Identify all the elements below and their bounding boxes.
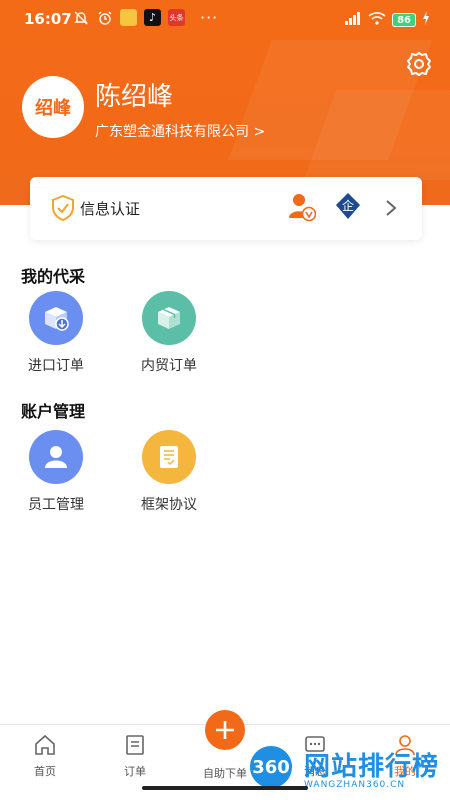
enterprise-verified-icon: 企: [335, 192, 361, 220]
user-name: 陈绍峰: [95, 82, 174, 112]
battery-indicator: 86: [392, 12, 416, 27]
home-indicator: [142, 786, 308, 790]
shield-check-icon: [51, 194, 75, 222]
import-order-button[interactable]: 进口订单: [16, 291, 96, 375]
nav-orders[interactable]: 订单: [100, 733, 170, 779]
watermark-badge: 360: [248, 744, 294, 790]
domestic-order-button[interactable]: 内贸订单: [129, 291, 209, 375]
avatar[interactable]: 绍峰: [22, 76, 84, 138]
signal-icon: [344, 10, 362, 29]
nav-orders-label: 订单: [124, 765, 146, 778]
enterprise-badge-text: 企: [342, 198, 354, 213]
import-box-icon: [29, 291, 83, 345]
app-icon: [120, 9, 137, 26]
user-verified-icon: [288, 192, 317, 222]
self-order-plus-button[interactable]: [205, 710, 245, 750]
staff-management-button[interactable]: 员工管理: [16, 430, 96, 514]
list-icon: [123, 733, 147, 757]
watermark: 360 网站排行榜 WANGZHAN360.CN: [248, 744, 448, 800]
plus-icon: [216, 721, 234, 739]
notification-off-icon: [72, 9, 89, 26]
wifi-icon: [368, 10, 386, 29]
company-link[interactable]: 广东塑金通科技有限公司 >: [95, 121, 265, 141]
framework-agreement-label: 框架协议: [141, 497, 197, 513]
domestic-order-label: 内贸订单: [141, 358, 197, 374]
nav-home-label: 首页: [34, 765, 56, 778]
watermark-brand: 网站排行榜: [304, 752, 440, 782]
section-title-account: 账户管理: [21, 402, 86, 421]
alarm-icon: [96, 9, 113, 26]
scroll-document-icon: [142, 430, 196, 484]
gear-icon: [407, 52, 431, 76]
person-icon: [29, 430, 83, 484]
tiktok-icon: ♪: [144, 9, 161, 26]
box-icon: [142, 291, 196, 345]
charging-icon: [422, 10, 430, 29]
staff-management-label: 员工管理: [28, 497, 84, 513]
import-order-label: 进口订单: [28, 358, 84, 374]
profile-header: 16:07 ♪ 头条 ··· 86 绍峰 陈绍峰 广东塑金通科技有限公司 >: [0, 0, 450, 205]
chevron-right-icon: [385, 199, 397, 217]
toutiao-icon: 头条: [168, 9, 185, 26]
settings-button[interactable]: [405, 50, 433, 78]
more-notifications: ···: [200, 8, 219, 27]
nav-home[interactable]: 首页: [10, 733, 80, 779]
home-icon: [33, 733, 57, 757]
info-verification-card[interactable]: 信息认证 企: [30, 177, 422, 240]
status-bar: 16:07 ♪ 头条 ··· 86: [0, 0, 450, 38]
info-verification-label: 信息认证: [80, 200, 141, 218]
status-time: 16:07: [24, 10, 72, 28]
watermark-url: WANGZHAN360.CN: [304, 780, 406, 790]
section-title-procurement: 我的代采: [21, 267, 86, 286]
framework-agreement-button[interactable]: 框架协议: [129, 430, 209, 514]
